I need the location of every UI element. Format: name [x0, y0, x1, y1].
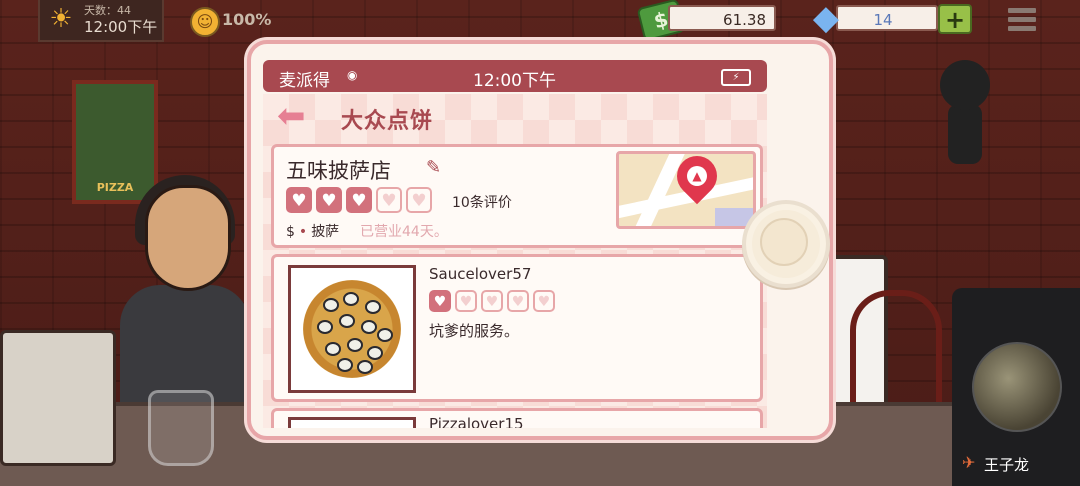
- avatar: [972, 342, 1062, 432]
- menu-icon-line: [1008, 26, 1036, 31]
- pizza-topping: [343, 292, 359, 306]
- pizza-image: [303, 280, 401, 378]
- map-road: [626, 154, 686, 226]
- separator-dot: •: [298, 224, 308, 240]
- customer-head: [145, 185, 231, 291]
- heart-filled-icon: ♥: [286, 187, 312, 213]
- sun-icon: ☀: [49, 4, 73, 34]
- shop-map[interactable]: ▲: [616, 151, 756, 229]
- chair: [850, 290, 942, 412]
- heart-empty-icon: ♥: [507, 290, 529, 312]
- gem-value: 14: [836, 5, 938, 31]
- heart-empty-icon: ♥: [376, 187, 402, 213]
- wifi-icon: ◉: [347, 68, 358, 82]
- heart-empty-icon: ♥: [481, 290, 503, 312]
- review-text: 坑爹的服务。: [429, 322, 520, 340]
- back-arrow-icon[interactable]: ⬅: [277, 99, 317, 133]
- menu-icon-line: [1008, 17, 1036, 22]
- money-display: $ 61.38: [636, 0, 778, 42]
- rocket-icon: ✈: [962, 453, 976, 472]
- game-clock: 12:00下午: [84, 18, 158, 36]
- pizza-topping: [347, 338, 363, 352]
- phone-home-button[interactable]: [742, 200, 830, 288]
- price-category: $ • 披萨: [286, 221, 339, 241]
- edit-pencil-icon[interactable]: ✎: [426, 157, 441, 178]
- shop-info-card: 五味披萨店 ✎ ♥ ♥ ♥ ♥ ♥ 10条评价 $ • 披萨 已营业44天。 ▲: [271, 144, 763, 248]
- heart-filled-icon: ♥: [316, 187, 342, 213]
- price-level: $: [286, 224, 295, 240]
- heart-empty-icon: ♥: [455, 290, 477, 312]
- cash-register: [0, 330, 116, 466]
- cat-clock: [940, 60, 990, 170]
- menu-icon-line: [1008, 8, 1036, 13]
- satisfaction-value: 100%: [222, 10, 272, 29]
- heart-filled-icon: ♥: [346, 187, 372, 213]
- streamer-overlay: ✈ 王子龙: [952, 288, 1080, 486]
- pizza-topping: [323, 298, 339, 312]
- cat-clock-body: [948, 104, 982, 164]
- pizza-topping: [365, 300, 381, 314]
- shop-category: 披萨: [311, 224, 340, 240]
- review-item: Saucelover57 ♥ ♥ ♥ ♥ ♥ 坑爹的服务。: [271, 254, 763, 402]
- pizza-topping: [325, 342, 341, 356]
- reviewer-name: Pizzalover15: [429, 415, 524, 428]
- heart-empty-icon: ♥: [533, 290, 555, 312]
- username: 王子龙: [984, 456, 1030, 474]
- pizza-topping: [377, 328, 393, 342]
- buy-gems-button[interactable]: +: [938, 4, 972, 34]
- smiley-icon: ☺: [190, 7, 220, 37]
- phone-screen: ⬅ 大众点饼 五味披萨店 ✎ ♥ ♥ ♥ ♥ ♥ 10条评价 $ • 披萨 已营业44天。 …: [263, 94, 767, 428]
- money-value: 61.38: [668, 5, 776, 31]
- carrier-name: 麦派得: [279, 71, 330, 91]
- phone-status-bar: 麦派得 ◉ 12:00下午 ⚡: [263, 60, 767, 92]
- review-count: 10条评价: [452, 195, 512, 211]
- tip-jar: [148, 390, 214, 466]
- pizza-topping: [357, 360, 373, 374]
- pizza-slice-icon: ▲: [687, 166, 707, 186]
- day-clock-panel: ☀ 天数：44 12:00下午: [38, 0, 164, 42]
- heart-empty-icon: ♥: [406, 187, 432, 213]
- review-pizza-photo: [288, 417, 416, 428]
- shop-rating: ♥ ♥ ♥ ♥ ♥: [286, 187, 432, 213]
- menu-button[interactable]: [1008, 8, 1036, 32]
- open-days: 已营业44天。: [360, 224, 448, 240]
- pizza-topping: [339, 314, 355, 328]
- reviewer-name: Saucelover57: [429, 265, 532, 283]
- gem-display: 14 ◆ +: [806, 0, 976, 38]
- heart-filled-icon: ♥: [429, 290, 451, 312]
- review-rating: ♥ ♥ ♥ ♥ ♥: [429, 290, 555, 312]
- pizza-topping: [337, 358, 353, 372]
- cat-clock-face: [940, 60, 990, 110]
- pizza-topping: [317, 320, 333, 334]
- review-pizza-photo: [288, 265, 416, 393]
- app-title: 大众点饼: [341, 109, 434, 134]
- pizza-topping: [361, 320, 377, 334]
- review-item: Pizzalover15: [271, 408, 763, 428]
- pizza-topping: [367, 346, 383, 360]
- diamond-icon: ◆: [812, 0, 840, 38]
- phone-time: 12:00下午: [473, 71, 556, 91]
- app-header: ⬅ 大众点饼: [263, 94, 767, 142]
- home-button-inner: [760, 218, 808, 266]
- shop-name: 五味披萨店: [286, 159, 391, 183]
- battery-icon: ⚡: [721, 69, 751, 86]
